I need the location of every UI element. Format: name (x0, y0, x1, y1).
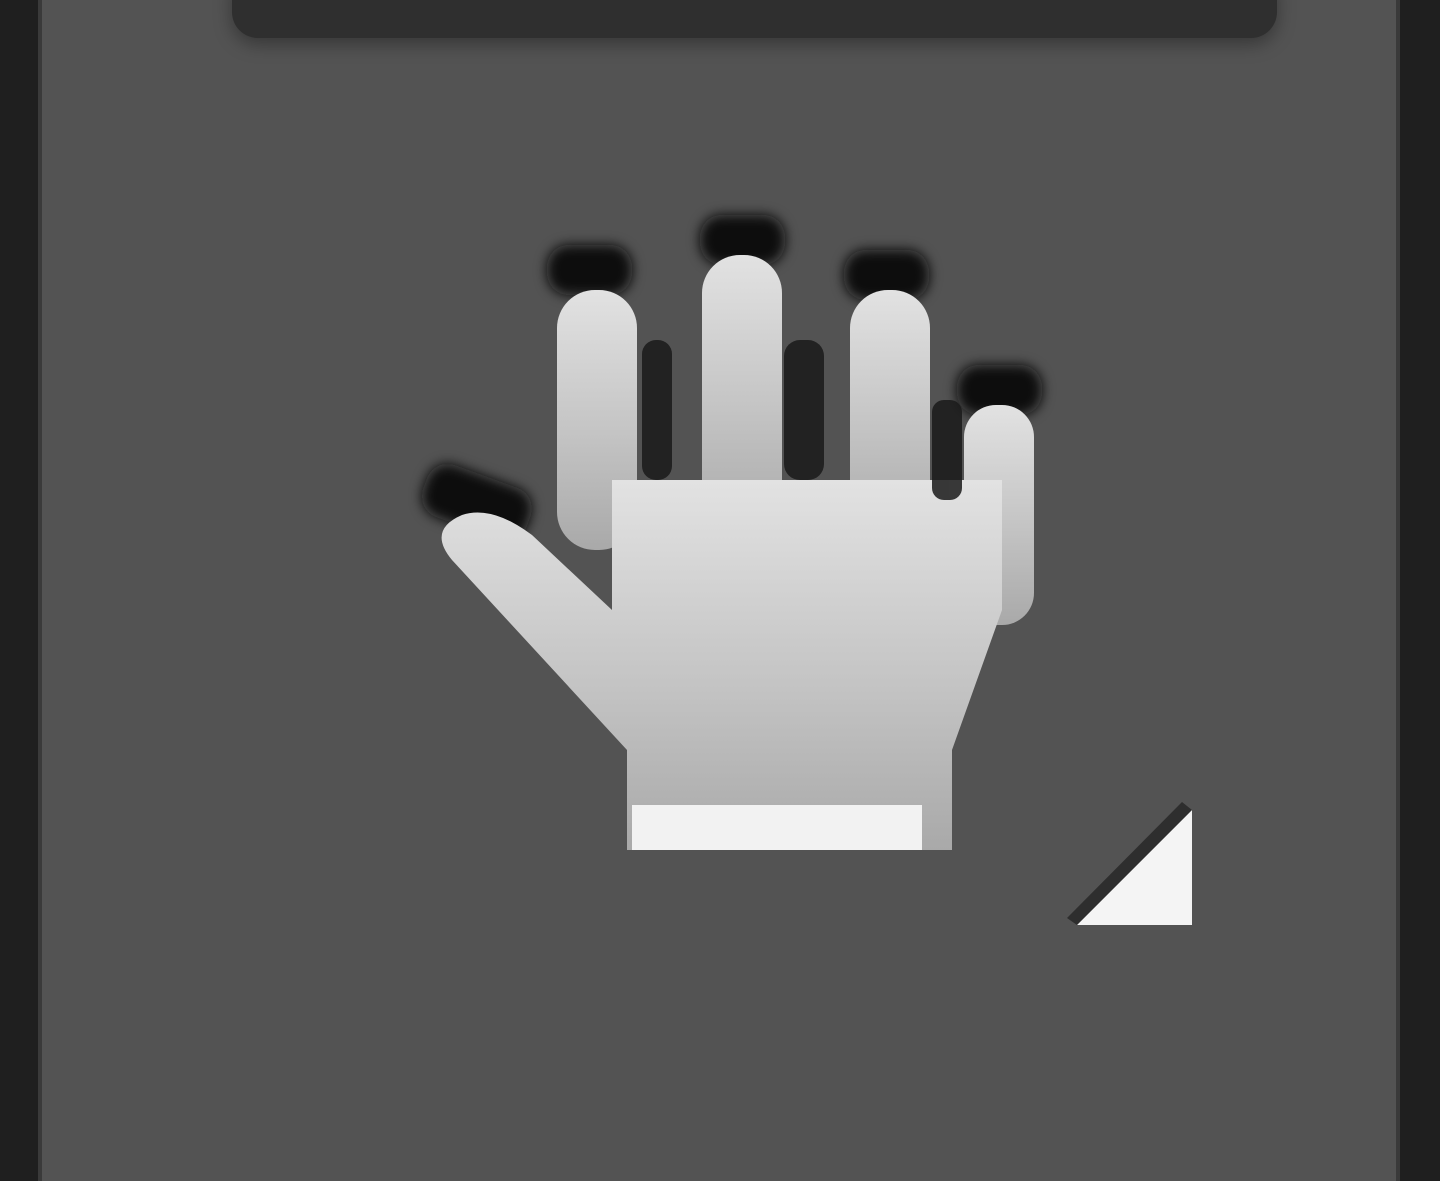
tools-panel (0, 0, 1440, 1181)
flyout-corner-triangle-icon (1067, 802, 1192, 925)
hand-tool-button[interactable] (38, 0, 1400, 1181)
hand-icon (421, 215, 1042, 850)
previous-tool-button[interactable] (232, 0, 1277, 38)
